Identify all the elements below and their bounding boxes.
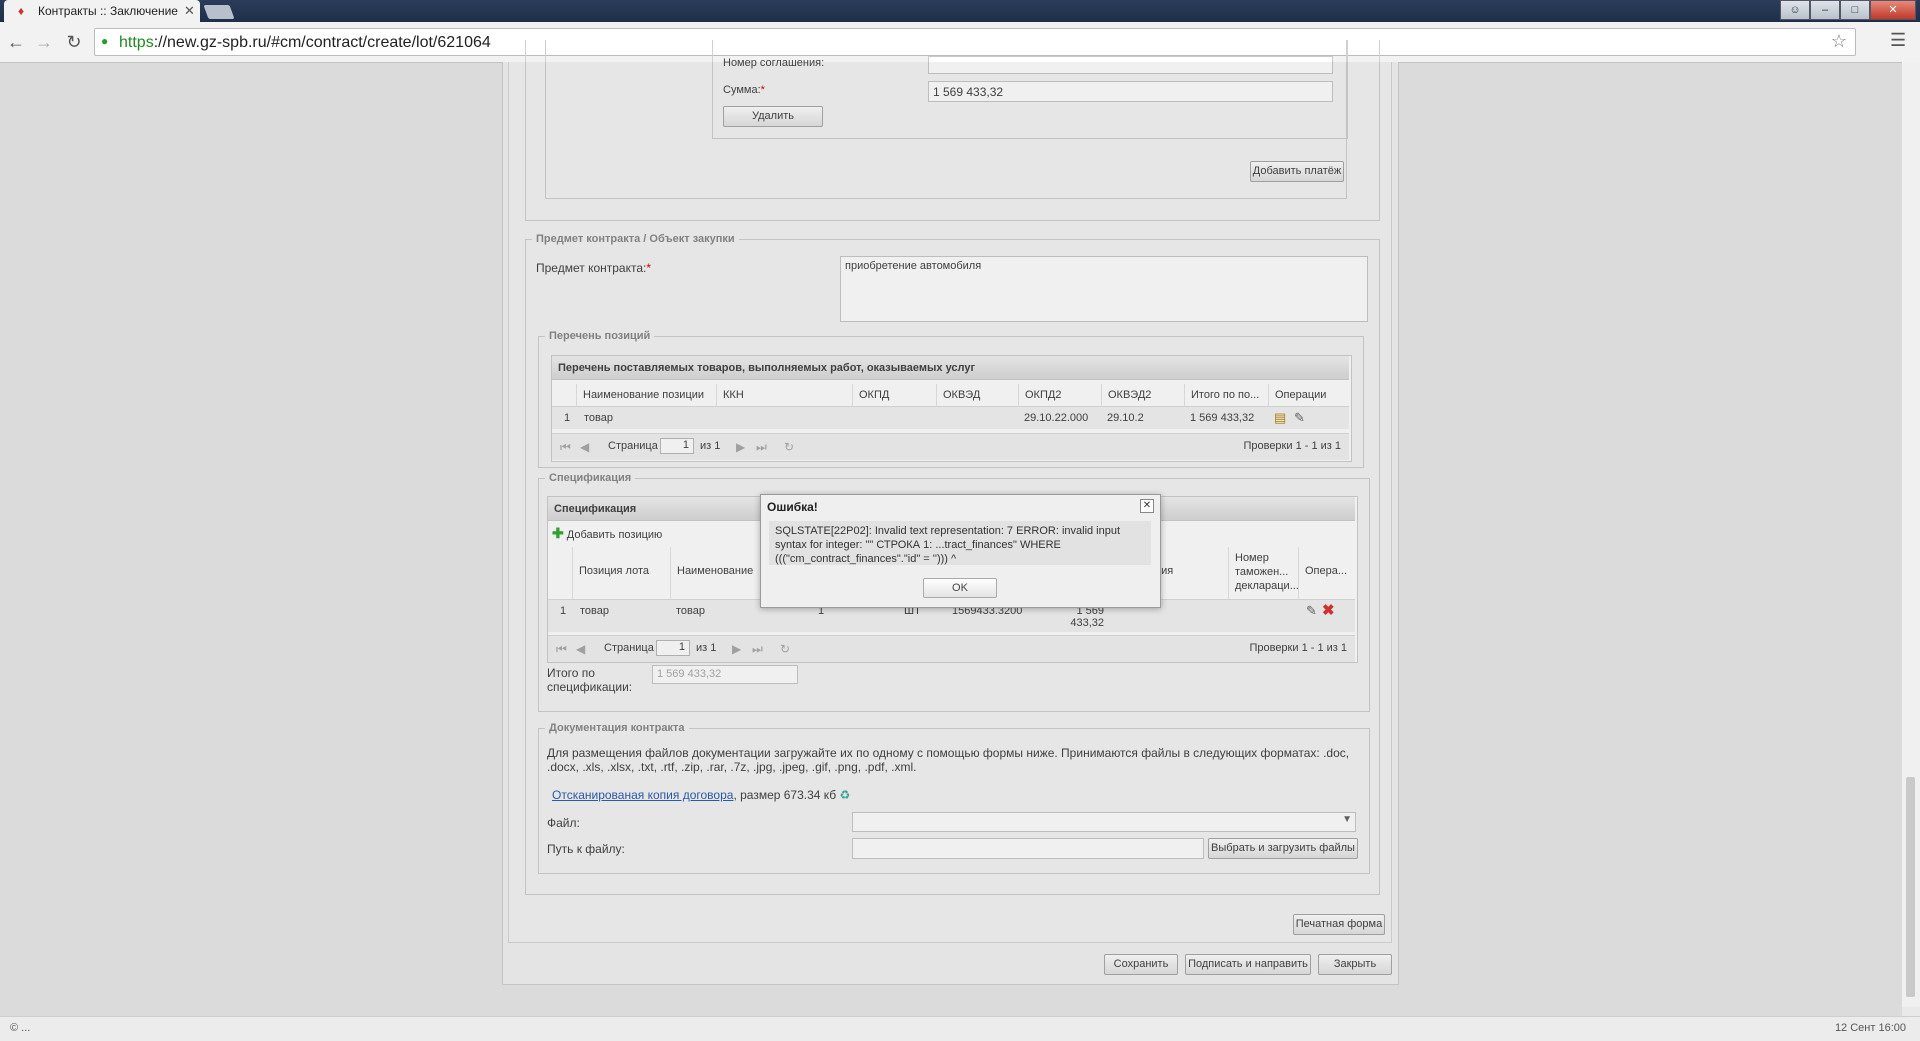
dialog-message: SQLSTATE[22P02]: Invalid text representa… [769,521,1151,565]
minimize-icon[interactable]: – [1810,0,1840,20]
url-rest: ://new.gz-spb.ru/#cm/contract/create/lot… [153,34,491,51]
new-tab-button[interactable] [203,5,235,19]
url-text: https://new.gz-spb.ru/#cm/contract/creat… [119,34,491,52]
dialog-header: Ошибка! [761,495,1160,517]
page-scrollbar[interactable] [1902,62,1920,1007]
status-time: 12 Сент 16:00 [1834,1022,1906,1034]
maximize-icon[interactable]: □ [1840,0,1870,20]
back-icon[interactable]: ← [4,30,28,54]
dialog-title: Ошибка! [767,500,818,514]
reload-icon[interactable]: ↻ [62,30,86,54]
window-close-icon[interactable]: ✕ [1870,0,1916,20]
bookmark-star-icon[interactable]: ☆ [1831,31,1847,52]
status-left: © ... [10,1022,31,1034]
forward-icon[interactable]: → [32,30,56,54]
menu-icon[interactable]: ☰ [1890,30,1906,51]
window-titlebar [0,0,1920,22]
scrollbar-thumb[interactable] [1906,777,1915,997]
tab-close-icon[interactable]: ✕ [184,3,195,19]
tab-title: Контракты :: Заключение [38,4,178,18]
browser-tab[interactable]: ♦ Контракты :: Заключение ✕ [4,0,200,22]
user-icon[interactable]: ☺ [1780,0,1810,20]
ok-button[interactable]: OK [923,578,997,598]
site-favicon-icon: ♦ [18,4,25,18]
status-bar: © ... 12 Сент 16:00 [0,1016,1920,1041]
lock-icon: ● [101,34,109,48]
dialog-close-icon[interactable]: ✕ [1140,499,1154,513]
url-scheme: https [119,34,154,51]
error-dialog: Ошибка! ✕ SQLSTATE[22P02]: Invalid text … [760,494,1161,608]
